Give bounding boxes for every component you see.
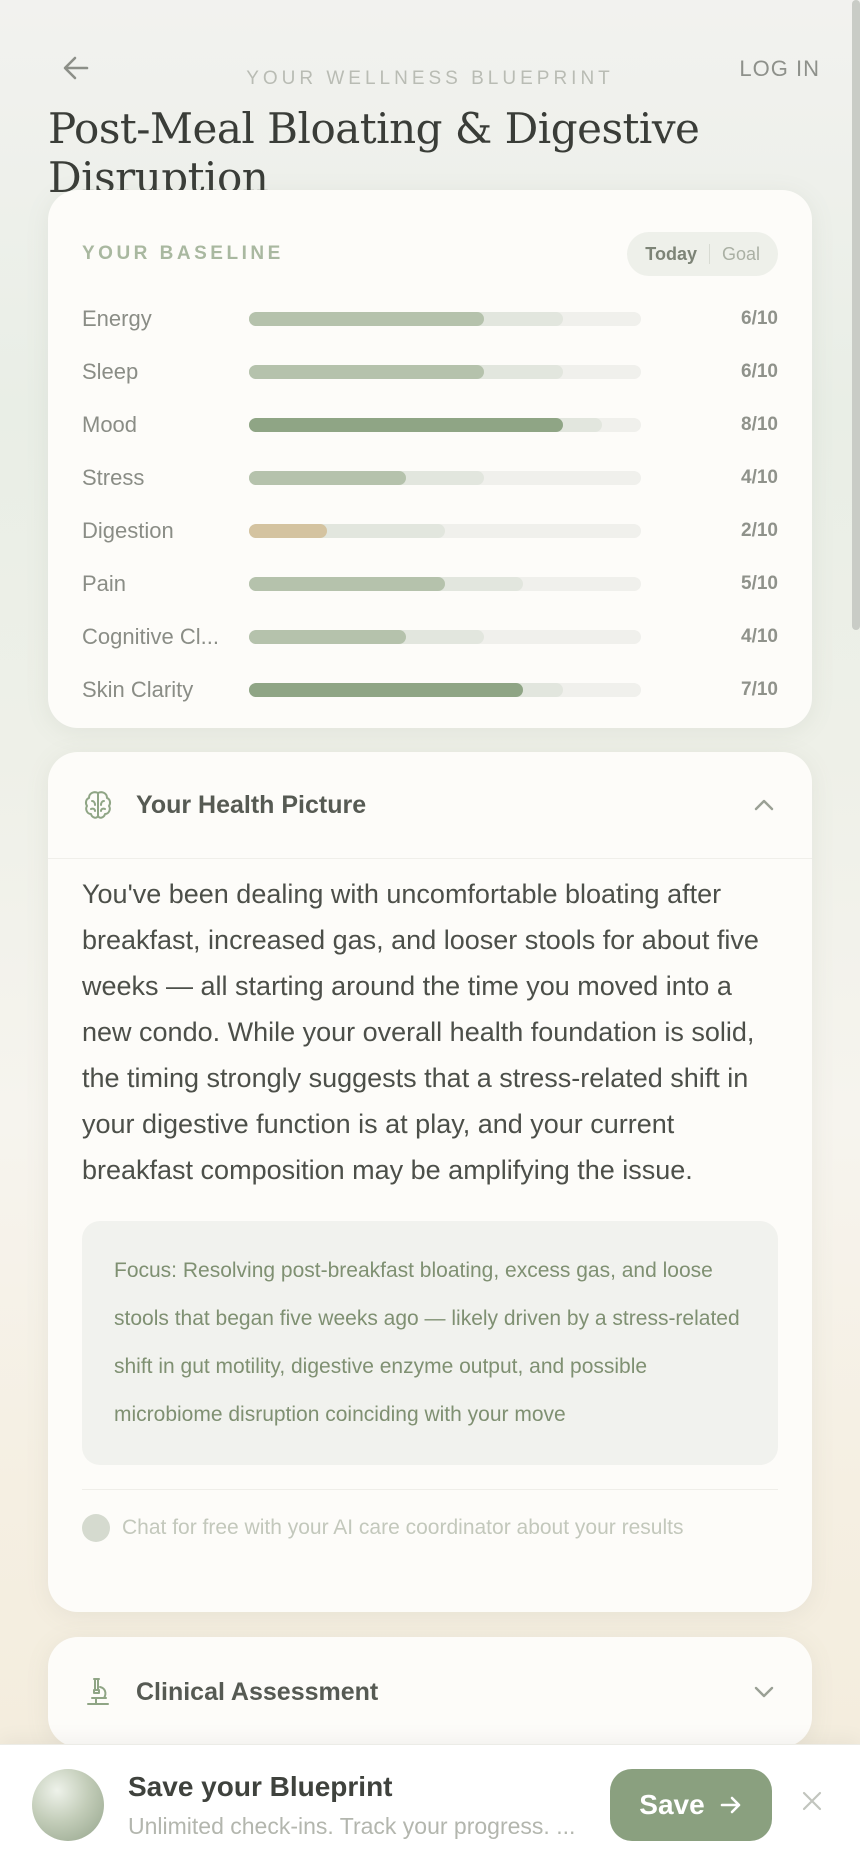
- metric-row: Mood 8/10: [82, 398, 778, 451]
- metric-bar-track: [249, 523, 641, 538]
- metric-value: 8/10: [741, 413, 778, 435]
- blueprint-orb: [32, 1769, 104, 1841]
- metric-value: 4/10: [741, 625, 778, 647]
- metric-row: Stress 4/10: [82, 451, 778, 504]
- health-picture-title: Your Health Picture: [136, 790, 367, 819]
- health-picture-header[interactable]: Your Health Picture: [48, 752, 812, 859]
- save-button-label: Save: [639, 1789, 705, 1820]
- clinical-assessment-card: Clinical Assessment: [48, 1637, 812, 1747]
- metric-bar-track: [249, 311, 641, 326]
- microscope-icon: [82, 1676, 114, 1708]
- top-bar: YOUR WELLNESS BLUEPRINT LOG IN: [0, 0, 860, 110]
- metric-current-bar: [249, 470, 406, 485]
- save-title: Save your Blueprint: [128, 1771, 393, 1802]
- metric-current-bar: [249, 311, 485, 326]
- metric-bar-track: [249, 417, 641, 432]
- metric-name: Stress: [82, 464, 145, 490]
- metric-name: Mood: [82, 411, 138, 437]
- metric-current-bar: [249, 576, 445, 591]
- metric-bar-track: [249, 576, 641, 591]
- metric-name: Pain: [82, 570, 127, 596]
- save-button[interactable]: Save: [610, 1769, 772, 1841]
- metric-row: Digestion 2/10: [82, 504, 778, 557]
- clinical-assessment-header[interactable]: Clinical Assessment: [48, 1637, 812, 1747]
- metric-name: Skin Clarity: [82, 676, 194, 702]
- metric-current-bar: [249, 364, 485, 379]
- coordinator-avatar: [82, 1514, 110, 1542]
- toggle-divider: [708, 244, 710, 264]
- metrics-list: Energy 6/10 Sleep 6/10 Mood 8/10 Stress 4/10 Dig…: [82, 292, 778, 716]
- metric-row: Pain 5/10: [82, 557, 778, 610]
- focus-box: Focus: Resolving post-breakfast bloating…: [82, 1221, 778, 1465]
- today-goal-toggle[interactable]: Today Goal: [627, 232, 778, 276]
- login-link[interactable]: LOG IN: [739, 56, 820, 82]
- baseline-label: YOUR BASELINE: [82, 243, 284, 264]
- metric-name: Digestion: [82, 517, 174, 543]
- metric-row: Sleep 6/10: [82, 345, 778, 398]
- metric-name: Sleep: [82, 358, 139, 384]
- metric-name: Energy: [82, 305, 152, 331]
- metric-row: Cognitive Cl... 4/10: [82, 610, 778, 663]
- toggle-today[interactable]: Today: [645, 244, 697, 265]
- metric-name: Cognitive Cl...: [82, 623, 219, 649]
- metric-current-bar: [249, 629, 406, 644]
- chat-coordinator-link[interactable]: Chat for free with your AI care coordina…: [82, 1489, 778, 1542]
- toggle-goal[interactable]: Goal: [722, 244, 760, 265]
- page-title: Post-Meal Bloating & Digestive Disruptio…: [48, 104, 700, 202]
- metric-bar-track: [249, 682, 641, 697]
- clinical-assessment-title: Clinical Assessment: [136, 1677, 379, 1706]
- chat-prompt: Chat for free with your AI care coordina…: [122, 1516, 684, 1539]
- health-summary: You've been dealing with uncomfortable b…: [82, 879, 759, 1185]
- baseline-card: YOUR BASELINE Today Goal Energy 6/10 Sleep…: [48, 190, 812, 728]
- save-subtitle: Unlimited check-ins. Track your progress…: [128, 1813, 576, 1839]
- metric-current-bar: [249, 523, 328, 538]
- metric-value: 5/10: [741, 572, 778, 594]
- metric-value: 6/10: [741, 307, 778, 329]
- metric-value: 7/10: [741, 678, 778, 700]
- metric-bar-track: [249, 629, 641, 644]
- metric-row: Skin Clarity 7/10: [82, 663, 778, 716]
- chevron-down-icon[interactable]: [750, 1678, 778, 1706]
- page-eyebrow: YOUR WELLNESS BLUEPRINT: [246, 68, 614, 89]
- arrow-right-icon: [719, 1793, 743, 1817]
- metric-value: 2/10: [741, 519, 778, 541]
- metric-value: 6/10: [741, 360, 778, 382]
- save-blueprint-bar: Save your Blueprint Unlimited check-ins.…: [0, 1744, 860, 1864]
- metric-row: Energy 6/10: [82, 292, 778, 345]
- metric-current-bar: [249, 417, 563, 432]
- health-picture-card: Your Health Picture You've been dealing …: [48, 752, 812, 1612]
- chevron-up-icon[interactable]: [750, 791, 778, 819]
- metric-bar-track: [249, 470, 641, 485]
- brain-icon: [82, 789, 114, 821]
- metric-current-bar: [249, 682, 524, 697]
- close-icon[interactable]: [796, 1785, 828, 1817]
- metric-bar-track: [249, 364, 641, 379]
- metric-value: 4/10: [741, 466, 778, 488]
